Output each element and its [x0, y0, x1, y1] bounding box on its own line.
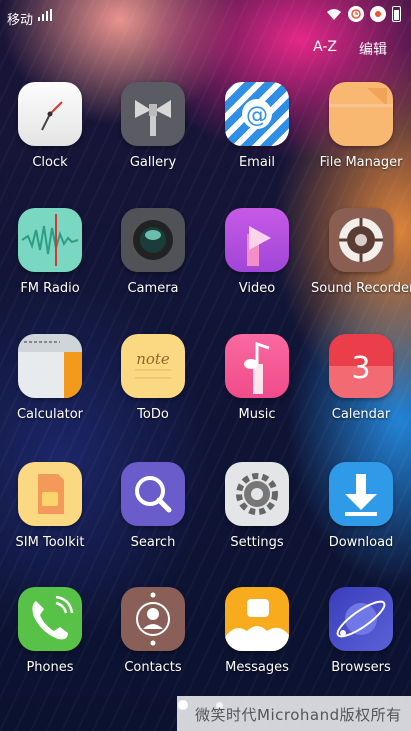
sim-card-icon — [18, 462, 82, 526]
app-email[interactable]: @ Email — [207, 82, 307, 170]
download-arrow-icon — [329, 462, 393, 526]
battery-icon — [392, 6, 401, 22]
app-fm-radio[interactable]: FM Radio — [0, 208, 100, 296]
app-todo[interactable]: note ToDo — [103, 334, 203, 422]
watermark: 微笑时代Microhand版权所有 — [177, 696, 411, 731]
radio-wave-icon — [18, 208, 82, 272]
carrier-name: 移动 — [7, 13, 34, 28]
edit-button[interactable]: 编辑 — [359, 39, 387, 59]
app-messages[interactable]: Messages — [207, 587, 307, 675]
app-search[interactable]: Search — [103, 462, 203, 550]
note-icon: note — [121, 334, 185, 398]
notification-icon — [370, 6, 386, 22]
app-calculator[interactable]: Calculator — [0, 334, 100, 422]
watermark-text: 微笑时代Microhand版权所有 — [195, 706, 402, 724]
folder-icon — [329, 82, 393, 146]
app-clock[interactable]: Clock — [0, 82, 100, 170]
app-sim-toolkit[interactable]: SIM Toolkit — [0, 462, 100, 550]
app-browsers[interactable]: Browsers — [311, 587, 411, 675]
search-icon — [121, 462, 185, 526]
gallery-icon — [121, 82, 185, 146]
app-file-manager[interactable]: File Manager — [311, 82, 411, 170]
phone-icon — [18, 587, 82, 651]
music-note-icon — [225, 334, 289, 398]
alarm-icon — [348, 6, 364, 22]
app-download[interactable]: Download — [311, 462, 411, 550]
contact-icon — [121, 587, 185, 651]
camera-lens-icon — [121, 208, 185, 272]
app-music[interactable]: Music — [207, 334, 307, 422]
app-video[interactable]: Video — [207, 208, 307, 296]
app-settings[interactable]: Settings — [207, 462, 307, 550]
app-sound-recorder[interactable]: Sound Recorder — [311, 208, 411, 296]
recorder-icon — [329, 208, 393, 272]
app-phones[interactable]: Phones — [0, 587, 100, 675]
browser-planet-icon — [329, 587, 393, 651]
signal-icon — [38, 9, 53, 21]
play-icon — [225, 208, 289, 272]
calendar-day: 3 — [351, 351, 370, 386]
calculator-icon — [18, 334, 82, 398]
app-camera[interactable]: Camera — [103, 208, 203, 296]
svg-text:@: @ — [246, 103, 268, 128]
wifi-icon — [327, 9, 341, 20]
email-icon: @ — [225, 82, 289, 146]
clock-icon — [18, 82, 82, 146]
gear-icon — [225, 462, 289, 526]
app-gallery[interactable]: Gallery — [103, 82, 203, 170]
note-text: note — [136, 350, 170, 368]
app-contacts[interactable]: Contacts — [103, 587, 203, 675]
status-bar: 移动 — [0, 0, 411, 32]
message-bubble-icon — [225, 587, 289, 651]
sort-a-z-button[interactable]: A-Z — [313, 39, 337, 59]
app-calendar[interactable]: 3 Calendar — [311, 334, 411, 422]
calendar-icon: 3 — [329, 334, 393, 398]
